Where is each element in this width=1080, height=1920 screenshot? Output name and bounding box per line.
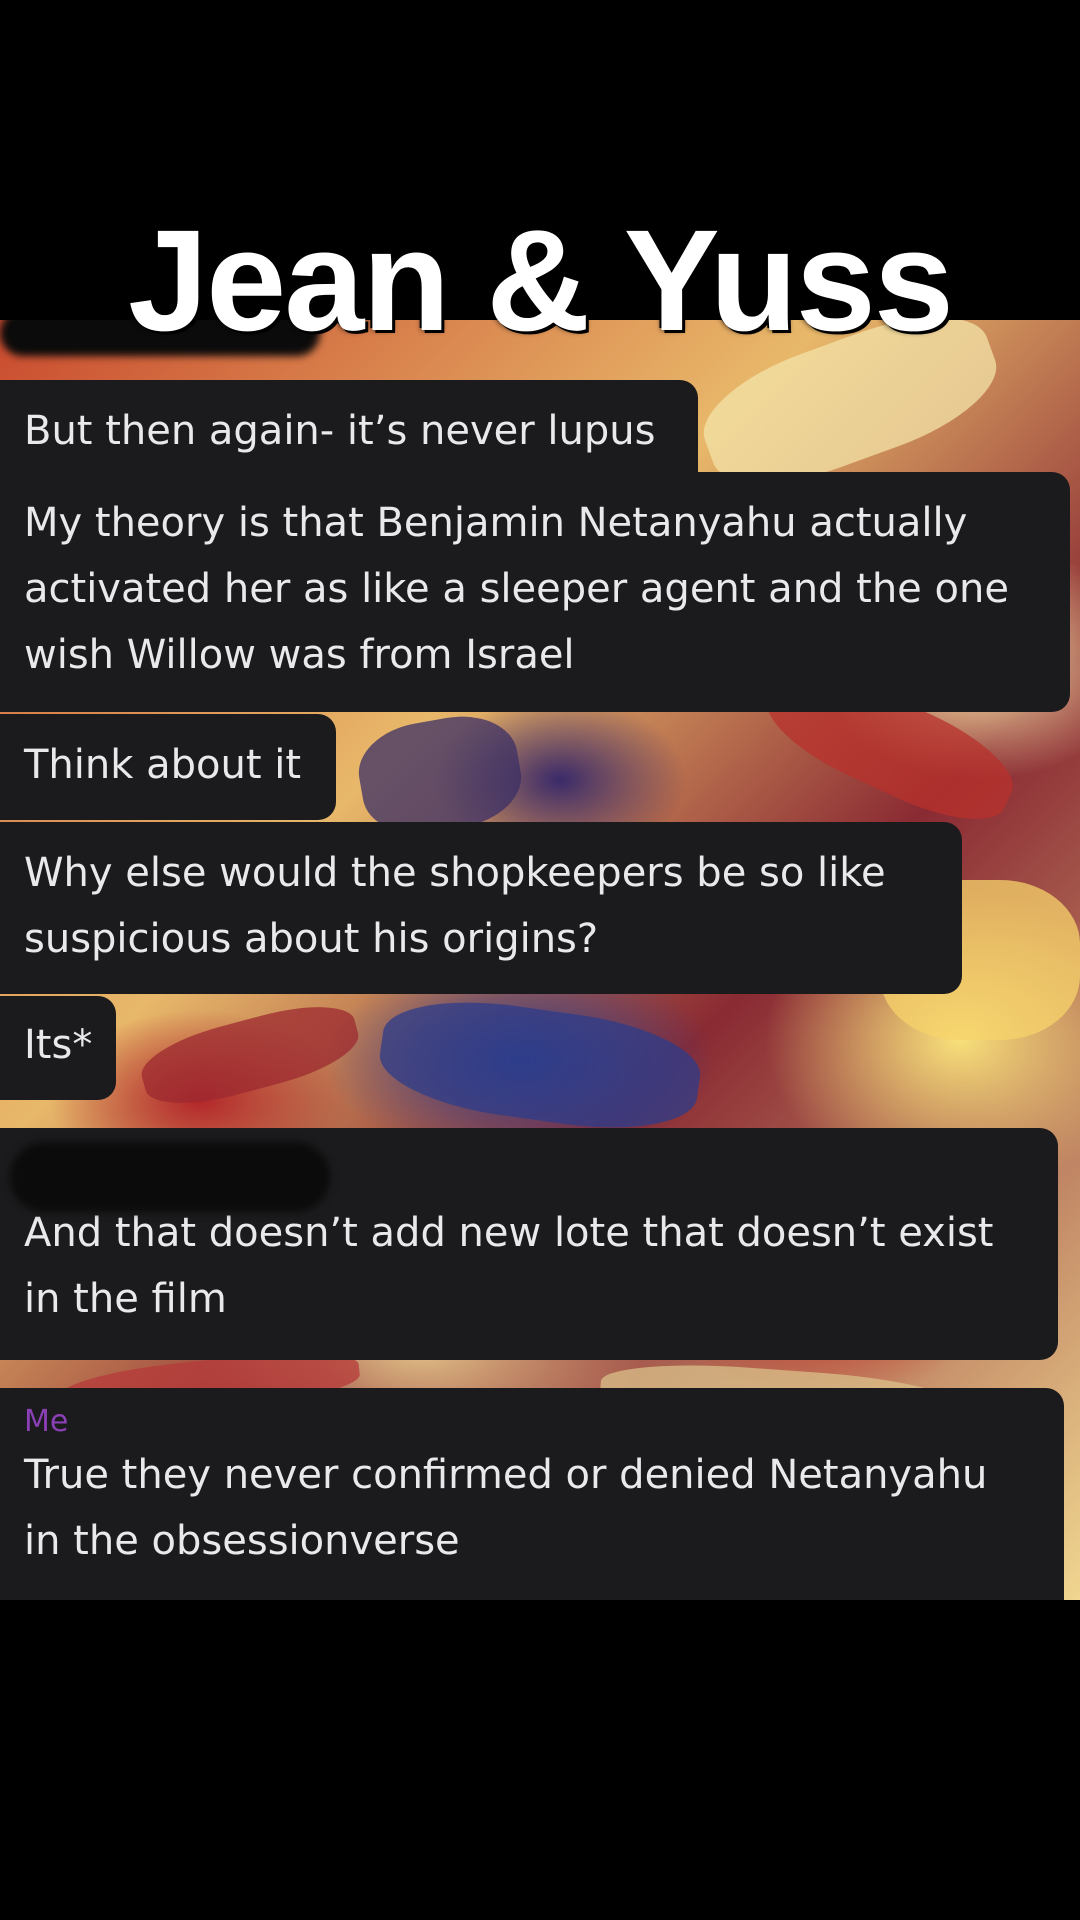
message-text: in the film — [24, 1276, 227, 1322]
message-bubble-2[interactable]: My theory is that Benjamin Netanyahu act… — [0, 472, 1070, 712]
chat-screenshot: But then again- it’s never lupus My theo… — [0, 320, 1080, 1600]
message-text: in the obsessionverse — [24, 1518, 460, 1564]
message-bubble-3[interactable]: Think about it — [0, 714, 336, 820]
message-bubble-5[interactable]: Its* — [0, 996, 116, 1100]
message-text: wish Willow was from Israel — [24, 632, 575, 678]
redacted-name — [10, 1142, 330, 1212]
message-text: My theory is that Benjamin Netanyahu act… — [24, 500, 968, 546]
sender-label: Me — [24, 1404, 69, 1439]
message-bubble-7[interactable]: Me True they never confirmed or denied N… — [0, 1388, 1064, 1600]
video-frame: Jean & Yuss But then again- it’s never l… — [0, 0, 1080, 1920]
message-text: True they never confirmed or denied Neta… — [24, 1452, 988, 1498]
message-text: suspicious about his origins? — [24, 916, 599, 962]
message-text: Its* — [24, 1022, 93, 1068]
message-bubble-4[interactable]: Why else would the shopkeepers be so lik… — [0, 822, 962, 994]
overlay-title: Jean & Yuss — [128, 200, 954, 361]
message-text: But then again- it’s never lupus — [24, 408, 656, 454]
message-text: Why else would the shopkeepers be so lik… — [24, 850, 886, 896]
message-text: Think about it — [24, 742, 302, 788]
message-text: activated her as like a sleeper agent an… — [24, 566, 1009, 612]
